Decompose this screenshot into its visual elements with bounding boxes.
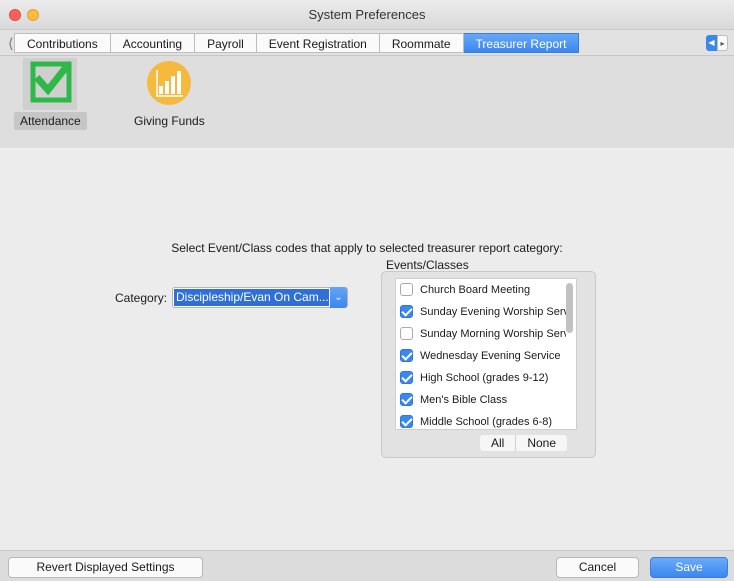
preferences-toolbar: Attendance Giving Funds: [0, 56, 734, 148]
event-label: Church Board Meeting: [420, 284, 531, 296]
event-checkbox[interactable]: [400, 370, 413, 384]
instruction-text: Select Event/Class codes that apply to s…: [171, 241, 563, 255]
event-label: Sunday Morning Worship Serv: [420, 328, 566, 340]
event-checkbox[interactable]: [400, 282, 413, 296]
category-label: Category:: [115, 291, 168, 305]
tab-scroll-left-icon[interactable]: ◀: [706, 35, 717, 51]
toolbar-item-label: Giving Funds: [134, 114, 205, 128]
select-none-button[interactable]: None: [515, 435, 567, 451]
title-bar: System Preferences: [0, 0, 734, 30]
event-checkbox[interactable]: [400, 392, 413, 406]
tab-contributions[interactable]: Contributions: [14, 33, 111, 53]
toolbar-item-attendance[interactable]: Attendance: [14, 58, 87, 130]
chevron-down-icon[interactable]: ⌄: [330, 287, 347, 308]
window-title: System Preferences: [308, 7, 426, 22]
toolbar-item-giving-funds[interactable]: Giving Funds: [128, 58, 211, 130]
tab-payroll[interactable]: Payroll: [195, 33, 257, 53]
event-checkbox[interactable]: [400, 304, 413, 318]
list-item[interactable]: Sunday Evening Worship Serv: [400, 304, 566, 320]
tab-scroll-right-icon[interactable]: ▸: [717, 35, 728, 51]
category-select[interactable]: Discipleship/Evan On Cam... ⌄: [172, 287, 348, 308]
event-checkbox[interactable]: [400, 326, 413, 340]
events-classes-heading: Events/Classes: [386, 258, 469, 272]
tab-scroll-controls: ◀ ▸: [706, 35, 728, 51]
events-classes-list[interactable]: Church Board Meeting Sunday Evening Wors…: [395, 278, 577, 430]
list-item[interactable]: Middle School (grades 6-8): [400, 414, 566, 429]
list-scrollbar[interactable]: [565, 281, 574, 427]
list-item[interactable]: High School (grades 9-12): [400, 370, 566, 386]
toolbar-item-label: Attendance: [14, 112, 87, 130]
list-item[interactable]: Sunday Morning Worship Serv: [400, 326, 566, 342]
checkmark-icon: [23, 58, 78, 110]
select-all-none-group: All None: [480, 435, 568, 451]
tab-accounting[interactable]: Accounting: [110, 33, 196, 53]
scrollbar-thumb[interactable]: [566, 283, 573, 333]
event-label: Men's Bible Class: [420, 394, 508, 406]
category-selected-value: Discipleship/Evan On Cam...: [174, 289, 329, 306]
select-all-button[interactable]: All: [480, 435, 515, 451]
treasurer-report-panel: Select Event/Class codes that apply to s…: [0, 148, 734, 550]
system-preferences-window: System Preferences ⟨ Contributions Accou…: [0, 0, 734, 581]
bottom-bar: Revert Displayed Settings Cancel Save: [0, 550, 734, 581]
list-item[interactable]: Men's Bible Class: [400, 392, 566, 408]
save-button[interactable]: Save: [650, 557, 728, 578]
tab-event-registration[interactable]: Event Registration: [256, 33, 380, 53]
tab-list: Contributions Accounting Payroll Event R…: [14, 33, 580, 53]
event-checkbox[interactable]: [400, 348, 413, 362]
tab-roommate[interactable]: Roommate: [379, 33, 464, 53]
event-label: Wednesday Evening Service: [420, 350, 561, 362]
bar-chart-icon: [142, 58, 196, 110]
event-label: High School (grades 9-12): [420, 372, 549, 384]
list-item[interactable]: Church Board Meeting: [400, 282, 566, 298]
event-checkbox[interactable]: [400, 414, 413, 428]
tab-treasurer-report[interactable]: Treasurer Report: [463, 33, 580, 53]
tab-strip: ⟨ Contributions Accounting Payroll Event…: [0, 30, 734, 56]
events-classes-box: Church Board Meeting Sunday Evening Wors…: [381, 271, 596, 458]
event-label: Middle School (grades 6-8): [420, 416, 553, 428]
cancel-button[interactable]: Cancel: [556, 557, 639, 578]
revert-settings-button[interactable]: Revert Displayed Settings: [8, 557, 203, 578]
event-label: Sunday Evening Worship Serv: [420, 306, 566, 318]
list-item[interactable]: Wednesday Evening Service: [400, 348, 566, 364]
